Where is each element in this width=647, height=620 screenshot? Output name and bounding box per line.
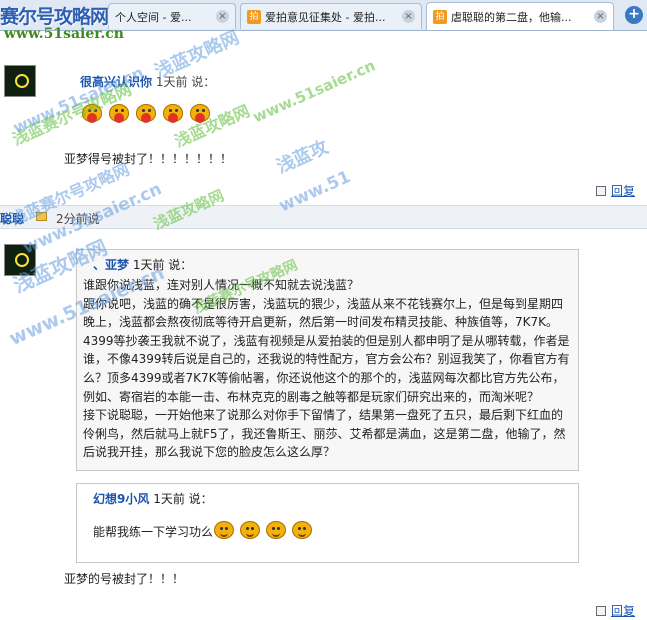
site-url: www.51saier.cn bbox=[4, 26, 124, 42]
quote-paragraph: 跟你说吧，浅蓝的确不是很厉害，浅蓝玩的猥少，浅蓝从来不花钱赛尔上，但是每到星期四… bbox=[83, 296, 570, 404]
new-tab-button[interactable]: + bbox=[625, 6, 643, 24]
site-logo: 赛尔号攻略网 bbox=[0, 6, 109, 28]
close-icon[interactable]: × bbox=[216, 10, 229, 23]
avatar[interactable] bbox=[4, 244, 36, 276]
flower-smiley-icon bbox=[188, 102, 212, 124]
tab-label: 虐聪聪的第二盘，他输... bbox=[451, 10, 572, 24]
tab-feedback[interactable]: 拍 爱拍意见征集处 - 爱拍... × bbox=[240, 3, 422, 29]
username-link[interactable]: 很高兴认识你 bbox=[80, 75, 152, 89]
comment-text: 亚梦的号被封了！！！ bbox=[64, 572, 185, 586]
aipai-icon: 拍 bbox=[247, 9, 261, 24]
reply-link[interactable]: 回复 bbox=[596, 182, 635, 199]
aipai-icon: 拍 bbox=[433, 9, 447, 24]
comment-time: 1天前 说： bbox=[132, 258, 193, 272]
flower-smiley-icon bbox=[161, 102, 185, 124]
smiley-icon bbox=[265, 520, 287, 542]
comment-header: 、亚梦 1天前 说： bbox=[93, 256, 192, 273]
tab-label: 个人空间 - 爱... bbox=[115, 10, 192, 24]
tab-personal-space[interactable]: 个人空间 - 爱... × bbox=[108, 3, 236, 29]
comment-time: 1天前 说： bbox=[153, 492, 213, 506]
flower-smiley-icon bbox=[134, 102, 158, 124]
comment-header: 很高兴认识你 1天前 说： bbox=[80, 73, 215, 90]
comment-text: 亚梦得号被封了！！！！！！！ bbox=[64, 152, 233, 166]
username-link[interactable]: 幻想9小风 bbox=[93, 492, 149, 506]
reply-label: 回复 bbox=[611, 604, 636, 618]
reply-info-bar: 聪聪 2分前说 bbox=[0, 205, 647, 229]
post-time: 2分前说 bbox=[56, 212, 100, 226]
smiley-icon bbox=[213, 520, 235, 542]
quote-paragraph: 谁跟你说浅蓝，连对别人情况一概不知就去说浅蓝？ bbox=[83, 278, 360, 292]
smiley-icon bbox=[239, 520, 261, 542]
smiley-icon bbox=[291, 520, 313, 542]
tab-current-thread[interactable]: 拍 虐聪聪的第二盘，他输... × bbox=[426, 2, 614, 30]
mail-icon[interactable] bbox=[36, 212, 47, 221]
flower-smiley-icon bbox=[107, 102, 131, 124]
tab-label: 爱拍意见征集处 - 爱拍... bbox=[265, 10, 386, 24]
username-link[interactable]: 聪聪 bbox=[0, 210, 24, 227]
reply-link[interactable]: 回复 bbox=[596, 602, 635, 619]
quoted-text: 谁跟你说浅蓝，连对别人情况一概不知就去说浅蓝？ 跟你说吧，浅蓝的确不是很厉害，浅… bbox=[83, 276, 571, 462]
quoted-comment: 、亚梦 1天前 说： 谁跟你说浅蓝，连对别人情况一概不知就去说浅蓝？ 跟你说吧，… bbox=[76, 249, 579, 471]
comment-post-1: 很高兴认识你 1天前 说： 亚梦得号被封了！！！！！！！ 回复 bbox=[0, 50, 647, 202]
inner-reply-body: 能帮我练一下学习功么 bbox=[93, 520, 317, 542]
inner-reply-text: 能帮我练一下学习功么 bbox=[93, 524, 214, 539]
reply-icon bbox=[596, 185, 606, 196]
inner-reply: 幻想9小风 1天前 说： 能帮我练一下学习功么 bbox=[76, 483, 579, 563]
reply-label: 回复 bbox=[611, 184, 636, 198]
quote-paragraph: 接下说聪聪，一开始他来了说那么对你手下留情了，结果第一盘死了五只，最后剩下红血的… bbox=[83, 408, 566, 460]
comment-header: 幻想9小风 1天前 说： bbox=[93, 490, 213, 507]
comment-time: 1天前 说： bbox=[155, 75, 216, 89]
avatar[interactable] bbox=[4, 65, 36, 97]
reply-icon bbox=[596, 605, 606, 616]
close-icon[interactable]: × bbox=[594, 10, 607, 23]
emoji-row bbox=[80, 102, 215, 124]
close-icon[interactable]: × bbox=[402, 10, 415, 23]
username-link[interactable]: 、亚梦 bbox=[93, 258, 129, 272]
flower-smiley-icon bbox=[80, 102, 104, 124]
